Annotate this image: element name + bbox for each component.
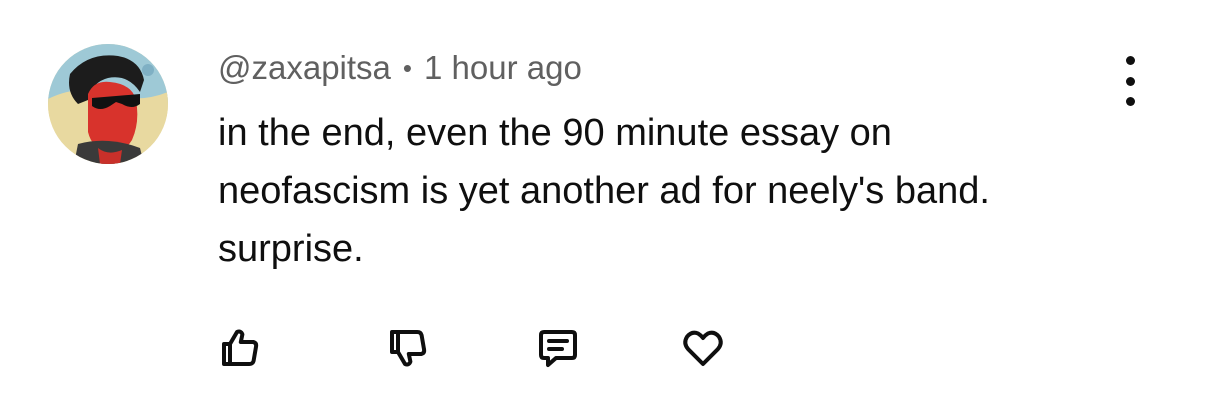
like-button[interactable] (212, 320, 268, 376)
dislike-button[interactable] (380, 320, 436, 376)
heart-icon (683, 330, 723, 366)
comment-bubble-icon (539, 330, 577, 367)
meta-separator: • (402, 52, 413, 83)
reply-button[interactable] (530, 320, 586, 376)
more-options-button[interactable] (1112, 56, 1148, 106)
author-handle[interactable]: @zaxapitsa (218, 49, 391, 87)
comment-text-line: neofascism is yet another ad for neely's… (218, 170, 990, 212)
avatar[interactable] (48, 44, 168, 164)
heart-button[interactable] (675, 320, 731, 376)
comment-text-line: in the end, even the 90 minute essay on (218, 112, 892, 154)
comment-thread-item: @zaxapitsa • 1 hour ago in the end, even… (0, 0, 1206, 407)
more-vertical-icon (1125, 56, 1135, 65)
comment-text: in the end, even the 90 minute essay on … (218, 104, 1118, 278)
comment-actions (0, 320, 1206, 380)
thumbs-down-icon (390, 330, 427, 367)
comment-meta: @zaxapitsa • 1 hour ago (218, 46, 582, 90)
thumbs-up-icon (222, 329, 259, 366)
avatar-image (48, 44, 168, 164)
comment-text-line: surprise. (218, 228, 364, 270)
comment-timestamp[interactable]: 1 hour ago (424, 49, 582, 87)
